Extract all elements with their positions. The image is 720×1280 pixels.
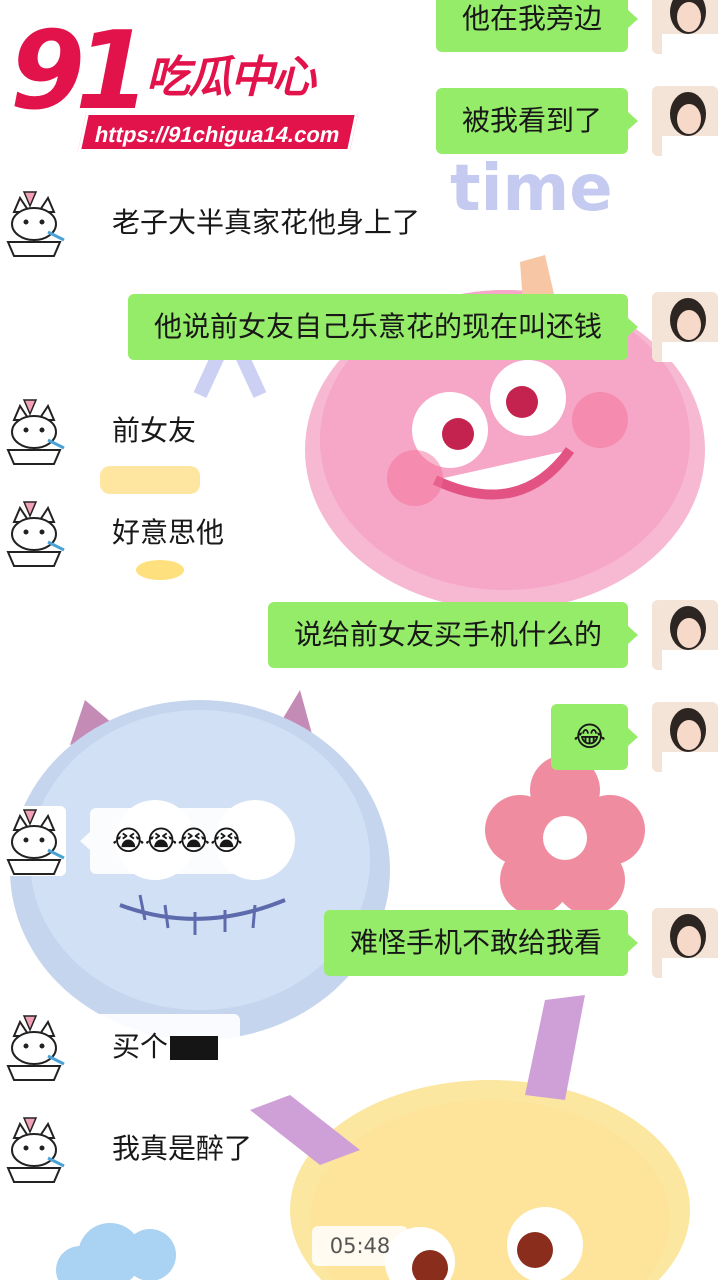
cat-avatar-icon[interactable] xyxy=(0,396,66,466)
message-bubble[interactable]: 被我看到了 xyxy=(435,88,639,154)
cat-avatar-icon[interactable] xyxy=(0,188,66,258)
message-row: 他说前女友自己乐意花的现在叫还钱 xyxy=(0,292,720,372)
message-bubble[interactable]: 说给前女友买手机什么的 xyxy=(267,602,639,668)
message-row: 我真是醉了 xyxy=(0,1114,720,1194)
message-row: 😭😭😭😭 xyxy=(0,806,720,886)
message-row: 好意思他 xyxy=(0,498,720,578)
message-text: 买个 xyxy=(112,1030,169,1063)
message-bubble[interactable]: 老子大半真家花他身上了 xyxy=(79,190,442,256)
message-row: 说给前女友买手机什么的 xyxy=(0,600,720,680)
emoji-message-bubble[interactable]: 😂 xyxy=(551,704,638,770)
girl-photo-avatar[interactable] xyxy=(652,908,718,978)
message-bubble[interactable]: 买个 xyxy=(79,1014,241,1080)
message-bubble[interactable]: 前女友 xyxy=(79,398,218,464)
watermark-logo-name: 吃瓜中心 xyxy=(144,50,319,106)
girl-photo-avatar[interactable] xyxy=(652,702,718,772)
cat-avatar-icon[interactable] xyxy=(0,498,66,568)
message-row: 老子大半真家花他身上了 xyxy=(0,188,720,268)
girl-photo-avatar[interactable] xyxy=(652,292,718,362)
emoji-message-bubble[interactable]: 😭😭😭😭 xyxy=(80,808,265,874)
girl-photo-avatar[interactable] xyxy=(652,0,718,54)
cat-avatar-icon[interactable] xyxy=(0,806,66,876)
censor-block xyxy=(170,1036,219,1060)
message-bubble[interactable]: 他说前女友自己乐意花的现在叫还钱 xyxy=(127,294,639,360)
message-row: 前女友 xyxy=(0,396,720,476)
message-bubble[interactable]: 我真是醉了 xyxy=(79,1116,274,1182)
chat-list: 他在我旁边 被我看到了 老子大半真家花他身上了 他说前女友自己乐意花的现在叫还钱… xyxy=(0,0,720,1280)
message-bubble[interactable]: 好意思他 xyxy=(79,500,246,566)
girl-photo-avatar[interactable] xyxy=(652,86,718,156)
cat-avatar-icon[interactable] xyxy=(0,1114,66,1184)
cat-avatar-icon[interactable] xyxy=(0,1012,66,1082)
video-timestamp: 05:48 xyxy=(312,1226,408,1266)
watermark-url: https://91chigua14.com xyxy=(77,112,359,152)
message-row: 难怪手机不敢给我看 xyxy=(0,908,720,988)
message-row: 😂 xyxy=(0,702,720,782)
message-bubble[interactable]: 难怪手机不敢给我看 xyxy=(323,910,639,976)
girl-photo-avatar[interactable] xyxy=(652,600,718,670)
site-watermark: 91 吃瓜中心 https://91chigua14.com xyxy=(7,9,360,162)
message-row: 买个 xyxy=(0,1012,720,1092)
message-bubble[interactable]: 他在我旁边 xyxy=(435,0,639,52)
